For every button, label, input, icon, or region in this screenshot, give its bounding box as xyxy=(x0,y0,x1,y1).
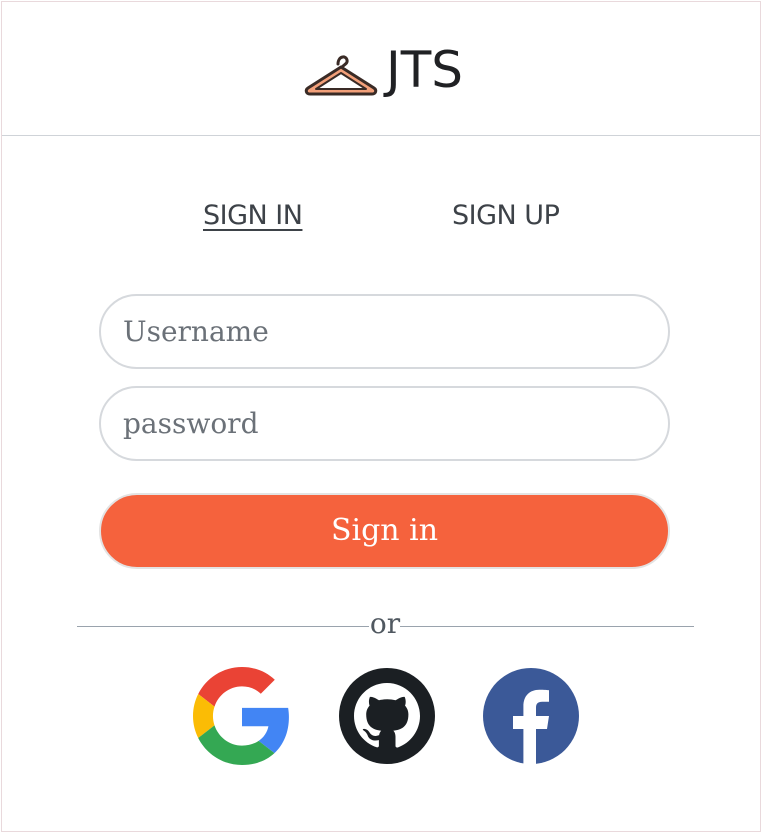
divider-line-right xyxy=(400,626,694,627)
password-input[interactable] xyxy=(99,386,670,461)
divider-line-left xyxy=(77,626,369,627)
divider-or-text: or xyxy=(369,607,401,640)
clothes-hanger-icon xyxy=(302,50,380,98)
google-login-button[interactable] xyxy=(193,667,291,765)
tab-sign-up[interactable]: SIGN UP xyxy=(452,198,560,234)
brand-title: JTS xyxy=(386,41,464,99)
facebook-login-button[interactable] xyxy=(482,667,580,765)
header: JTS xyxy=(2,2,760,136)
tab-sign-in[interactable]: SIGN IN xyxy=(203,198,303,234)
google-icon xyxy=(193,667,289,765)
github-login-button[interactable] xyxy=(338,667,436,765)
github-icon xyxy=(339,668,435,764)
auth-card: JTS SIGN IN SIGN UP Sign in or xyxy=(1,1,761,832)
username-input[interactable] xyxy=(99,294,670,369)
sign-in-button[interactable]: Sign in xyxy=(99,493,670,569)
facebook-icon xyxy=(483,668,579,764)
